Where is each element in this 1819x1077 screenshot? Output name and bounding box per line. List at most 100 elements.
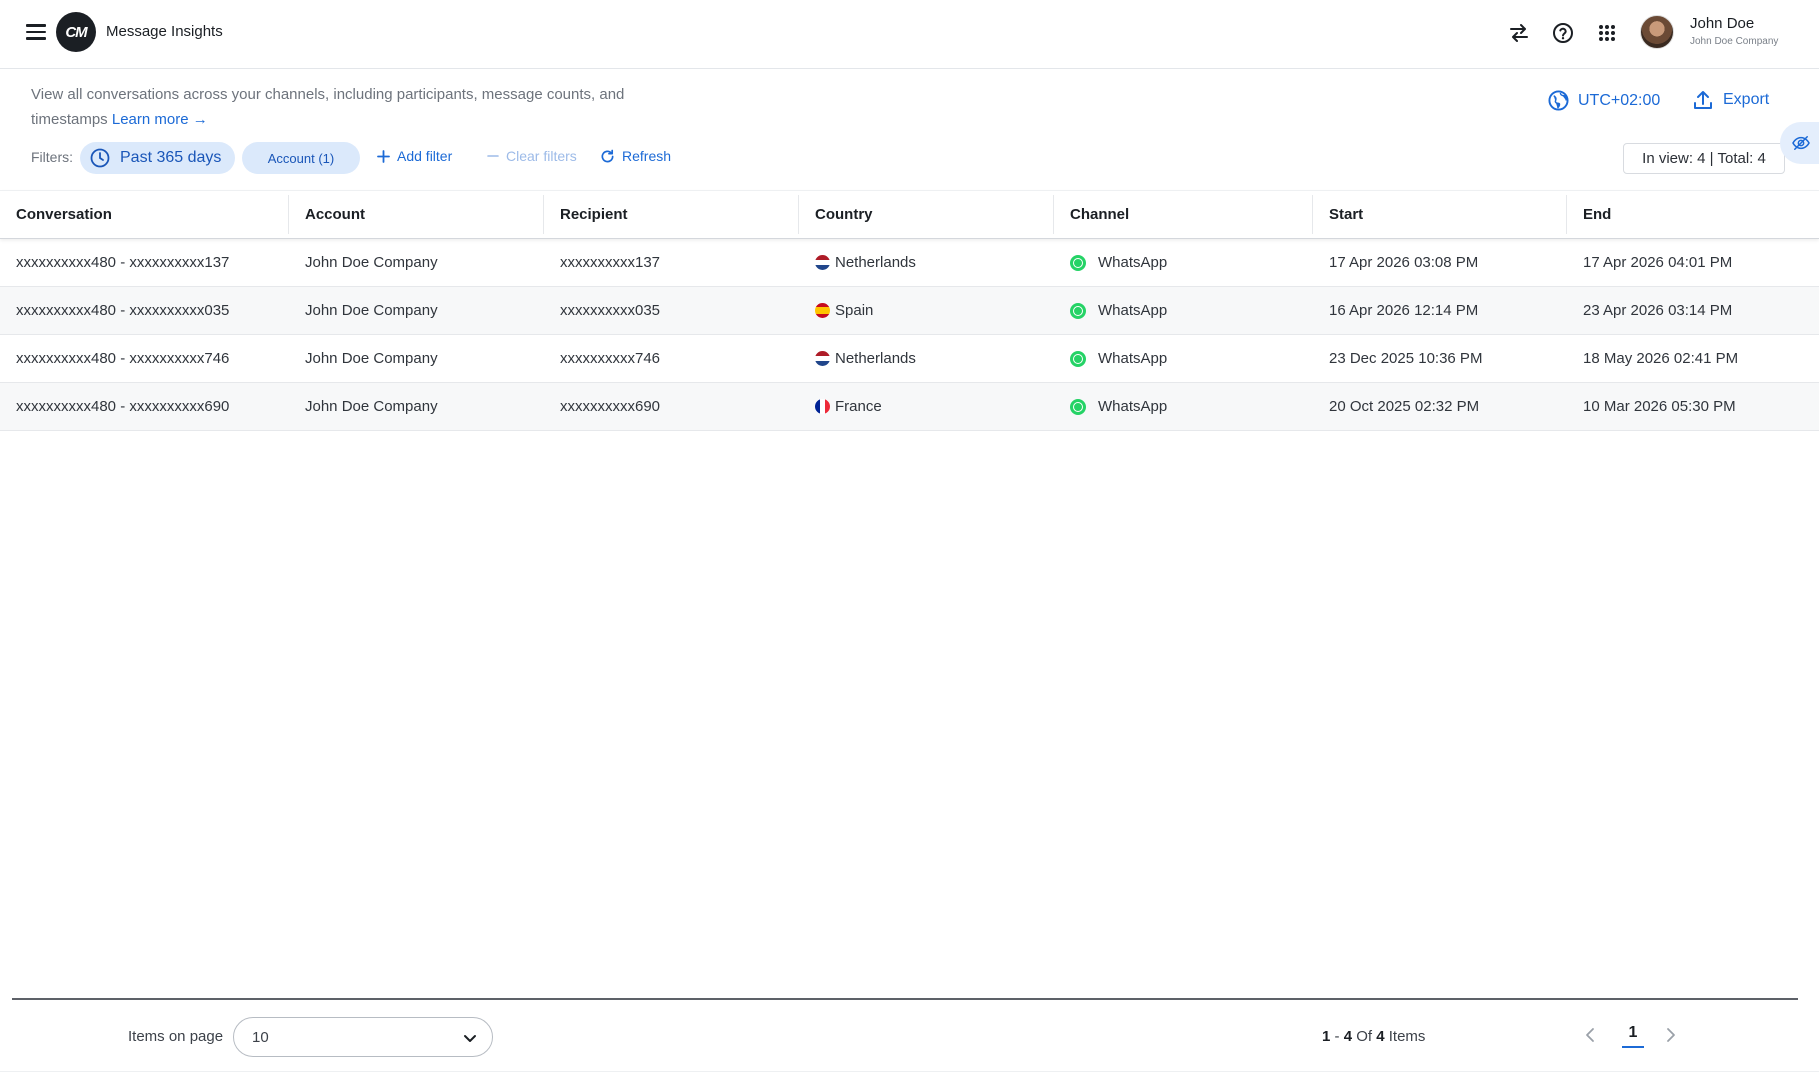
page-size-select[interactable]: 10 <box>233 1017 493 1057</box>
range-of: Of <box>1356 1028 1373 1045</box>
start-cell: 23 Dec 2025 10:36 PM <box>1329 350 1483 367</box>
minus-icon <box>487 155 499 157</box>
recipient-cell: xxxxxxxxxx137 <box>560 254 661 271</box>
account-filter-chip[interactable]: Account (1) <box>242 142 360 174</box>
items-on-page-label: Items on page <box>128 1028 224 1045</box>
refresh-icon <box>601 149 614 162</box>
table-body: xxxxxxxxxx480 - xxxxxxxxxx137 John Doe C… <box>0 239 1819 431</box>
export-label: Export <box>1723 91 1770 108</box>
top-bar: CM Message Insights John Doe John Doe Co… <box>0 0 1819 69</box>
upload-icon <box>1694 91 1712 109</box>
learn-more-link[interactable]: Learn more → <box>112 111 208 128</box>
cm-logo[interactable]: CM <box>56 12 96 52</box>
avatar[interactable] <box>1640 15 1674 49</box>
whatsapp-icon <box>1070 350 1086 367</box>
channel-cell: WhatsApp <box>1054 335 1313 382</box>
account-cell: John Doe Company <box>305 350 438 367</box>
whatsapp-icon <box>1070 398 1086 415</box>
hamburger-icon[interactable] <box>26 24 46 40</box>
column-header-start[interactable]: Start <box>1313 191 1567 238</box>
conversation-cell: xxxxxxxxxx480 - xxxxxxxxxx690 <box>16 398 230 415</box>
conversations-table: Conversation Account Recipient Country C… <box>0 190 1819 431</box>
netherlands-flag-icon <box>815 351 830 366</box>
start-cell: 16 Apr 2026 12:14 PM <box>1329 302 1479 319</box>
country-name: Spain <box>835 302 874 319</box>
recipient-cell: xxxxxxxxxx690 <box>560 398 661 415</box>
country-cell: Netherlands <box>799 239 1054 286</box>
date-range-chip[interactable]: Past 365 days <box>80 142 235 174</box>
start-cell: 20 Oct 2025 02:32 PM <box>1329 398 1480 415</box>
table-row[interactable]: xxxxxxxxxx480 - xxxxxxxxxx746 John Doe C… <box>0 335 1819 383</box>
end-cell: 10 Mar 2026 05:30 PM <box>1583 398 1736 415</box>
range-to: 4 <box>1343 1028 1353 1045</box>
column-header-conversation[interactable]: Conversation <box>0 191 289 238</box>
refresh-button[interactable]: Refresh <box>600 148 671 164</box>
whatsapp-icon <box>1070 302 1086 319</box>
chevron-down-icon <box>464 1035 476 1042</box>
spain-flag-icon <box>815 303 830 318</box>
channel-name: WhatsApp <box>1098 350 1168 367</box>
user-company: John Doe Company <box>1690 36 1779 47</box>
filters-label: Filters: <box>31 149 73 165</box>
table-row[interactable]: xxxxxxxxxx480 - xxxxxxxxxx035 John Doe C… <box>0 287 1819 335</box>
item-range-summary: 1 - 4 Of 4 Items <box>1322 1028 1426 1045</box>
table-row[interactable]: xxxxxxxxxx480 - xxxxxxxxxx137 John Doe C… <box>0 239 1819 287</box>
horizontal-scrollbar[interactable] <box>12 998 1798 1000</box>
plus-icon <box>377 149 390 163</box>
channel-cell: WhatsApp <box>1054 239 1313 286</box>
whatsapp-icon <box>1070 254 1086 271</box>
account-cell: John Doe Company <box>305 254 438 271</box>
chevron-right-icon <box>1667 1028 1675 1042</box>
apps-grid-icon[interactable] <box>1594 20 1620 46</box>
column-header-end[interactable]: End <box>1567 191 1819 238</box>
clear-filters-button[interactable]: Clear filters <box>487 148 577 164</box>
account-filter-label: Account (1) <box>267 150 335 166</box>
range-from: 1 <box>1322 1028 1331 1045</box>
recipient-cell: xxxxxxxxxx035 <box>560 302 661 319</box>
conversation-cell: xxxxxxxxxx480 - xxxxxxxxxx746 <box>16 350 230 367</box>
country-name: Netherlands <box>835 350 916 367</box>
channel-name: WhatsApp <box>1098 254 1168 271</box>
conversation-cell: xxxxxxxxxx480 - xxxxxxxxxx035 <box>16 302 230 319</box>
channel-name: WhatsApp <box>1098 302 1168 319</box>
timezone-label: UTC+02:00 <box>1578 91 1661 109</box>
column-header-channel[interactable]: Channel <box>1054 191 1313 238</box>
netherlands-flag-icon <box>815 255 830 270</box>
clock-icon <box>90 148 110 168</box>
column-header-recipient[interactable]: Recipient <box>544 191 799 238</box>
page-description: View all conversations across your chann… <box>31 82 671 132</box>
recipient-cell: xxxxxxxxxx746 <box>560 350 661 367</box>
help-circle-icon[interactable] <box>1550 20 1576 46</box>
table-row[interactable]: xxxxxxxxxx480 - xxxxxxxxxx690 John Doe C… <box>0 383 1819 431</box>
eye-off-icon <box>1792 136 1810 150</box>
page-size-value: 10 <box>252 1028 269 1046</box>
add-filter-button[interactable]: Add filter <box>377 148 452 164</box>
start-cell: 17 Apr 2026 03:08 PM <box>1329 254 1479 271</box>
hide-panel-toggle[interactable] <box>1780 122 1819 164</box>
page-1-button[interactable]: 1 <box>1622 1024 1644 1048</box>
timezone-button[interactable]: UTC+02:00 <box>1548 90 1660 111</box>
next-page-button[interactable] <box>1663 1026 1679 1049</box>
app-title: Message Insights <box>106 23 223 40</box>
clear-filters-label: Clear filters <box>506 148 577 164</box>
channel-name: WhatsApp <box>1098 398 1168 415</box>
end-cell: 23 Apr 2026 03:14 PM <box>1583 302 1733 319</box>
account-cell: John Doe Company <box>305 398 438 415</box>
channel-cell: WhatsApp <box>1054 383 1313 430</box>
swap-arrows-icon[interactable] <box>1506 20 1532 46</box>
account-cell: John Doe Company <box>305 302 438 319</box>
end-cell: 18 May 2026 02:41 PM <box>1583 350 1739 367</box>
country-cell: Spain <box>799 287 1054 334</box>
column-header-country[interactable]: Country <box>799 191 1054 238</box>
user-name[interactable]: John Doe <box>1690 15 1754 32</box>
previous-page-button[interactable] <box>1582 1026 1598 1049</box>
country-name: Netherlands <box>835 254 916 271</box>
end-cell: 17 Apr 2026 04:01 PM <box>1583 254 1733 271</box>
table-header: Conversation Account Recipient Country C… <box>0 190 1819 239</box>
export-button[interactable]: Export <box>1693 90 1769 110</box>
globe-icon <box>1548 90 1569 111</box>
column-header-account[interactable]: Account <box>289 191 544 238</box>
country-cell: Netherlands <box>799 335 1054 382</box>
range-items: Items <box>1388 1028 1426 1045</box>
add-filter-label: Add filter <box>397 148 453 164</box>
